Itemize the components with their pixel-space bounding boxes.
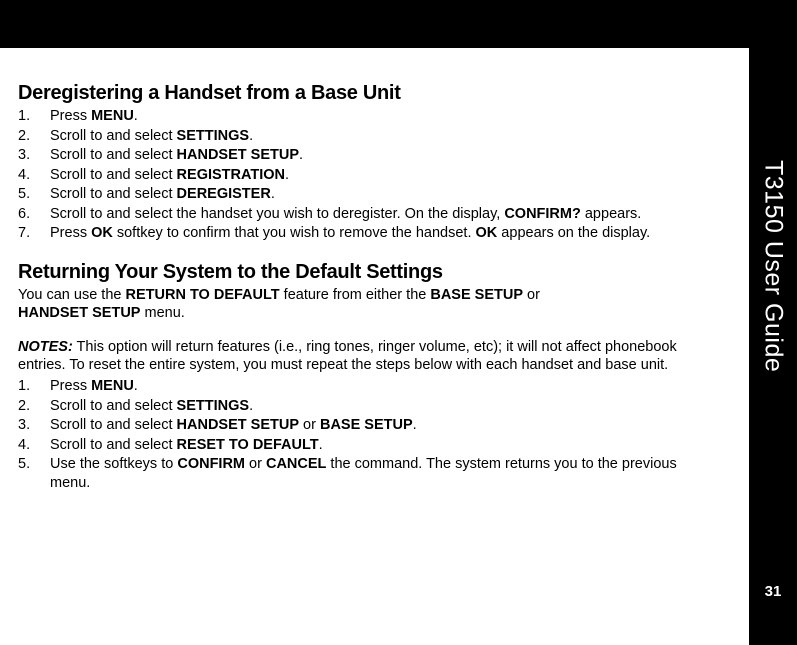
step-text: Press OK softkey to confirm that you wis…: [50, 224, 718, 243]
section-deregistering: Deregistering a Handset from a Base Unit…: [18, 82, 718, 243]
intro-text: You can use the RETURN TO DEFAULT featur…: [18, 286, 718, 323]
list-item: 1. Press MENU.: [18, 107, 718, 126]
step-number: 5.: [18, 455, 50, 492]
list-item: 1. Press MENU.: [18, 377, 718, 396]
step-text: Scroll to and select RESET TO DEFAULT.: [50, 436, 718, 455]
list-item: 7. Press OK softkey to confirm that you …: [18, 224, 718, 243]
step-number: 2.: [18, 397, 50, 416]
list-item: 3. Scroll to and select HANDSET SETUP.: [18, 146, 718, 165]
step-number: 4.: [18, 436, 50, 455]
heading-deregistering: Deregistering a Handset from a Base Unit: [18, 82, 718, 105]
list-item: 2. Scroll to and select SETTINGS.: [18, 397, 718, 416]
step-text: Scroll to and select SETTINGS.: [50, 397, 718, 416]
step-number: 3.: [18, 416, 50, 435]
step-number: 7.: [18, 224, 50, 243]
step-text: Scroll to and select HANDSET SETUP.: [50, 146, 718, 165]
step-text: Press MENU.: [50, 377, 718, 396]
notes-label: NOTES:: [18, 339, 73, 355]
step-text: Press MENU.: [50, 107, 718, 126]
step-number: 5.: [18, 185, 50, 204]
content-area: Deregistering a Handset from a Base Unit…: [18, 82, 718, 510]
heading-returning: Returning Your System to the Default Set…: [18, 261, 718, 284]
step-text: Scroll to and select REGISTRATION.: [50, 166, 718, 185]
step-text: Scroll to and select the handset you wis…: [50, 205, 718, 224]
notes-block: NOTES: This option will return features …: [18, 338, 718, 375]
step-number: 1.: [18, 377, 50, 396]
list-item: 4. Scroll to and select REGISTRATION.: [18, 166, 718, 185]
step-number: 4.: [18, 166, 50, 185]
top-bar: [0, 0, 797, 48]
step-text: Scroll to and select HANDSET SETUP or BA…: [50, 416, 718, 435]
page-number: 31: [765, 583, 782, 600]
list-item: 5. Scroll to and select DEREGISTER.: [18, 185, 718, 204]
step-text: Scroll to and select SETTINGS.: [50, 127, 718, 146]
step-number: 2.: [18, 127, 50, 146]
step-text: Use the softkeys to CONFIRM or CANCEL th…: [50, 455, 718, 492]
list-item: 2. Scroll to and select SETTINGS.: [18, 127, 718, 146]
steps-list-1: 1. Press MENU. 2. Scroll to and select S…: [18, 107, 718, 243]
side-bar: T3150 User Guide 31: [749, 0, 797, 645]
step-text: Scroll to and select DEREGISTER.: [50, 185, 718, 204]
steps-list-2: 1. Press MENU. 2. Scroll to and select S…: [18, 377, 718, 492]
step-number: 6.: [18, 205, 50, 224]
step-number: 3.: [18, 146, 50, 165]
list-item: 5. Use the softkeys to CONFIRM or CANCEL…: [18, 455, 718, 492]
list-item: 4. Scroll to and select RESET TO DEFAULT…: [18, 436, 718, 455]
notes-text: This option will return features (i.e., …: [18, 339, 677, 374]
list-item: 6. Scroll to and select the handset you …: [18, 205, 718, 224]
section-returning: Returning Your System to the Default Set…: [18, 261, 718, 492]
step-number: 1.: [18, 107, 50, 126]
list-item: 3. Scroll to and select HANDSET SETUP or…: [18, 416, 718, 435]
side-title: T3150 User Guide: [759, 160, 788, 372]
